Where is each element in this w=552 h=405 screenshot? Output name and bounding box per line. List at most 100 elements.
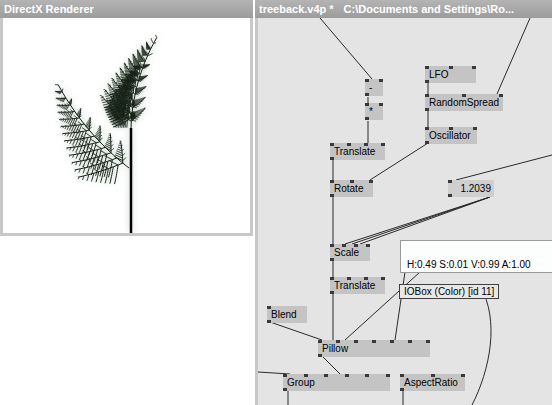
- pin[interactable]: [473, 127, 477, 130]
- pin[interactable]: [365, 117, 369, 120]
- link[interactable]: [352, 197, 490, 244]
- pin[interactable]: [426, 340, 430, 343]
- color-iobox[interactable]: H:0.49 S:0.01 V:0.99 A:1.00: [400, 240, 552, 273]
- link[interactable]: [360, 197, 490, 244]
- renderer-titlebar[interactable]: DirectX Renderer: [0, 0, 253, 18]
- pin[interactable]: [425, 80, 429, 83]
- pin[interactable]: [449, 127, 453, 130]
- node[interactable]: AspectRatio: [400, 374, 465, 391]
- node[interactable]: Oscillator: [425, 127, 477, 144]
- link[interactable]: [333, 196, 334, 244]
- pin[interactable]: [354, 340, 358, 343]
- pin[interactable]: [365, 93, 369, 96]
- node[interactable]: Translate: [330, 143, 385, 160]
- link[interactable]: [395, 272, 405, 340]
- node[interactable]: Scale: [330, 244, 370, 261]
- node[interactable]: LFO: [425, 66, 476, 83]
- link[interactable]: [497, 18, 530, 94]
- pin[interactable]: [330, 244, 334, 247]
- pin[interactable]: [342, 244, 346, 247]
- pin[interactable]: [461, 374, 465, 377]
- pin[interactable]: [386, 374, 390, 377]
- pin[interactable]: [354, 244, 358, 247]
- node[interactable]: 1.2039: [448, 180, 494, 197]
- link[interactable]: [345, 197, 490, 244]
- link[interactable]: [428, 110, 429, 127]
- link[interactable]: [403, 390, 404, 405]
- pin[interactable]: [462, 94, 466, 97]
- node[interactable]: Blend: [267, 306, 307, 323]
- link[interactable]: [270, 322, 322, 340]
- patch-window[interactable]: treeback.v4p *C:\Documents and Settings\…: [255, 0, 552, 405]
- pin[interactable]: [448, 180, 452, 183]
- link[interactable]: [428, 82, 429, 94]
- pin[interactable]: [330, 143, 334, 146]
- pin[interactable]: [365, 79, 369, 82]
- pin[interactable]: [330, 277, 334, 280]
- node[interactable]: Group: [283, 374, 390, 391]
- pin[interactable]: [472, 66, 476, 69]
- pin[interactable]: [425, 66, 429, 69]
- pin[interactable]: [381, 143, 385, 146]
- renderer-window[interactable]: DirectX Renderer: [0, 0, 253, 236]
- pin[interactable]: [365, 103, 369, 106]
- pin[interactable]: [304, 374, 308, 377]
- pin[interactable]: [379, 103, 383, 106]
- pin[interactable]: [364, 143, 368, 146]
- patch-titlebar[interactable]: treeback.v4p *C:\Documents and Settings\…: [255, 0, 552, 18]
- link[interactable]: [368, 121, 369, 143]
- pin[interactable]: [330, 180, 334, 183]
- pin[interactable]: [267, 320, 271, 323]
- node[interactable]: Rotate: [330, 180, 373, 197]
- node[interactable]: -: [365, 79, 383, 96]
- pin[interactable]: [364, 277, 368, 280]
- link[interactable]: [333, 260, 334, 277]
- pin[interactable]: [431, 374, 435, 377]
- node[interactable]: *: [365, 103, 383, 120]
- link[interactable]: [288, 390, 289, 405]
- render-view[interactable]: [3, 18, 250, 233]
- node[interactable]: RandomSpread: [425, 94, 503, 111]
- pin[interactable]: [448, 194, 452, 197]
- pin[interactable]: [425, 108, 429, 111]
- node[interactable]: Pillow: [318, 340, 430, 357]
- pin[interactable]: [425, 127, 429, 130]
- link[interactable]: [472, 286, 491, 405]
- pin[interactable]: [372, 340, 376, 343]
- pin[interactable]: [379, 79, 383, 82]
- link[interactable]: [333, 159, 334, 180]
- pin[interactable]: [345, 374, 349, 377]
- pin[interactable]: [350, 180, 354, 183]
- pin[interactable]: [499, 94, 503, 97]
- link[interactable]: [456, 155, 552, 180]
- pin[interactable]: [366, 244, 370, 247]
- pin[interactable]: [365, 374, 369, 377]
- pin[interactable]: [336, 340, 340, 343]
- pin[interactable]: [318, 340, 322, 343]
- pin[interactable]: [347, 277, 351, 280]
- pin[interactable]: [400, 374, 404, 377]
- pin[interactable]: [369, 180, 373, 183]
- pin[interactable]: [330, 291, 334, 294]
- node[interactable]: Translate: [330, 277, 385, 294]
- pin[interactable]: [283, 374, 287, 377]
- pin[interactable]: [330, 157, 334, 160]
- pin[interactable]: [283, 388, 287, 391]
- pin[interactable]: [425, 94, 429, 97]
- patch-canvas[interactable]: - * LFO RandomSpread Oscillator Translate Rota…: [258, 18, 552, 405]
- link[interactable]: [322, 356, 340, 374]
- pin[interactable]: [267, 306, 271, 309]
- pin[interactable]: [381, 277, 385, 280]
- pin[interactable]: [330, 258, 334, 261]
- pin[interactable]: [324, 374, 328, 377]
- pin[interactable]: [425, 141, 429, 144]
- pin[interactable]: [400, 388, 404, 391]
- pin[interactable]: [390, 340, 394, 343]
- pin[interactable]: [347, 143, 351, 146]
- link[interactable]: [320, 18, 372, 79]
- pin[interactable]: [449, 66, 453, 69]
- pin[interactable]: [318, 354, 322, 357]
- pin[interactable]: [330, 194, 334, 197]
- link[interactable]: [333, 293, 334, 340]
- pin[interactable]: [408, 340, 412, 343]
